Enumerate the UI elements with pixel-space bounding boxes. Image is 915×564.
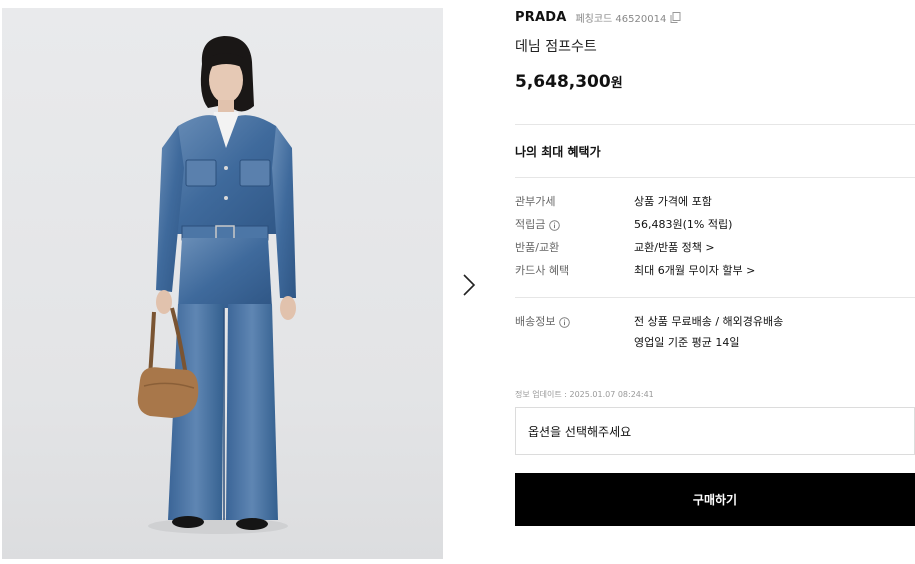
brand-name[interactable]: PRADA	[515, 10, 566, 25]
product-image	[2, 8, 443, 559]
divider	[515, 297, 915, 298]
info-updated-timestamp: 정보 업데이트 : 2025.01.07 08:24:41	[515, 390, 654, 399]
divider	[515, 177, 915, 178]
product-code: 페칭코드 46520014	[575, 14, 667, 25]
card-benefit-link[interactable]: 최대 6개월 무이자 할부 >	[634, 263, 755, 279]
buy-button[interactable]: 구매하기	[515, 473, 915, 526]
product-title: 데님 점프수트	[515, 39, 597, 55]
shipping-label: 배송정보	[515, 315, 556, 328]
chevron-right-icon	[463, 274, 476, 296]
benefit-row-returns: 반품/교환 교환/반품 정책 >	[515, 240, 915, 256]
price-currency: 원	[610, 76, 623, 91]
benefit-row-tax: 관부가세 상품 가격에 포함	[515, 194, 915, 210]
model-illustration	[137, 36, 296, 534]
product-price: 5,648,300원	[515, 72, 623, 92]
shipping-line2: 영업일 기준 평균 14일	[634, 336, 740, 349]
benefit-row-card: 카드사 혜택 최대 6개월 무이자 할부 >	[515, 263, 915, 279]
copy-icon[interactable]	[670, 12, 681, 23]
benefit-label: 관부가세	[515, 195, 556, 208]
info-icon[interactable]	[559, 316, 571, 328]
benefit-value: 상품 가격에 포함	[634, 195, 712, 208]
price-value: 5,648,300	[515, 72, 611, 92]
benefit-label-wrap: 적립금	[515, 217, 561, 233]
benefit-value: 56,483원(1% 적립)	[634, 218, 733, 231]
benefit-title: 나의 최대 혜택가	[515, 145, 601, 159]
benefit-row-points: 적립금 56,483원(1% 적립)	[515, 217, 915, 233]
return-policy-link[interactable]: 교환/반품 정책 >	[634, 240, 715, 256]
divider	[515, 124, 915, 125]
shipping-row-2: 영업일 기준 평균 14일	[515, 335, 915, 351]
benefit-label: 적립금	[515, 218, 546, 231]
brand-row: PRADA 페칭코드 46520014	[515, 10, 681, 25]
shipping-row: 배송정보 전 상품 무료배송 / 해외경유배송	[515, 314, 915, 330]
option-select[interactable]: 옵션을 선택해주세요	[515, 407, 915, 455]
gallery-next-button[interactable]	[458, 271, 480, 299]
benefit-label: 반품/교환	[515, 241, 560, 254]
benefit-label: 카드사 혜택	[515, 264, 570, 277]
shipping-label-wrap: 배송정보	[515, 314, 571, 330]
shipping-line1: 전 상품 무료배송 / 해외경유배송	[634, 315, 784, 328]
info-icon[interactable]	[549, 219, 561, 231]
